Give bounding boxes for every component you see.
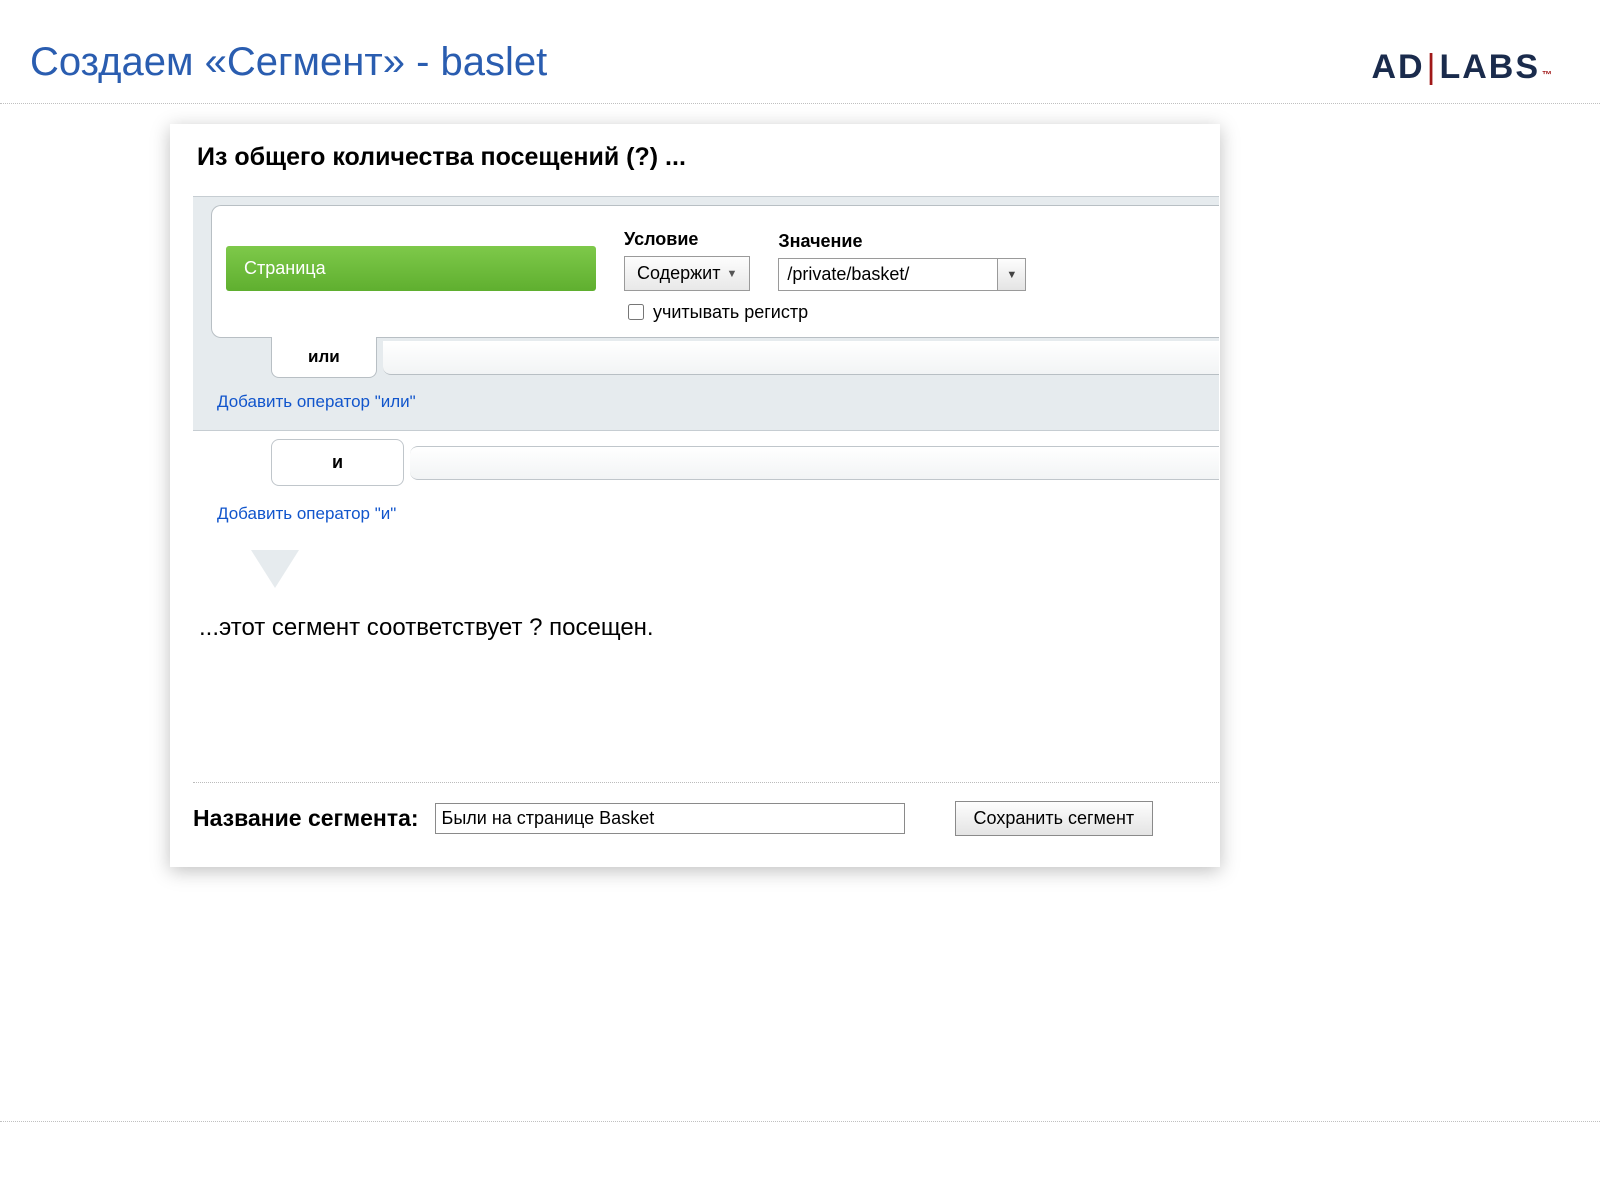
or-tab[interactable]: или — [271, 337, 377, 378]
condition-select[interactable]: Содержит ▼ — [624, 256, 750, 291]
or-tab-slot[interactable] — [383, 341, 1219, 375]
value-combobox: ▼ — [778, 258, 1026, 291]
divider-footer — [193, 782, 1219, 783]
segment-name-input[interactable] — [435, 803, 905, 834]
segment-builder-panel: Из общего количества посещений (?) ... С… — [170, 124, 1220, 867]
condition-column: Условие Содержит ▼ — [624, 229, 750, 291]
arrow-down-icon — [251, 550, 299, 588]
or-tab-row: или — [271, 337, 1219, 378]
slide-title: Создаем «Сегмент» - baslet — [0, 40, 1600, 103]
value-label: Значение — [778, 231, 1026, 252]
condition-value: Содержит — [637, 263, 720, 284]
logo-right: LABS — [1439, 48, 1540, 86]
segment-name-label: Название сегмента: — [193, 805, 419, 832]
add-and-link[interactable]: Добавить оператор "и" — [217, 504, 1219, 524]
and-tab-row: и — [271, 439, 1219, 486]
value-dropdown-button[interactable]: ▼ — [998, 258, 1026, 291]
logo-tm: ™ — [1542, 70, 1552, 81]
add-or-link[interactable]: Добавить оператор "или" — [217, 392, 1219, 412]
condition-label: Условие — [624, 229, 750, 250]
save-segment-button[interactable]: Сохранить сегмент — [955, 801, 1154, 836]
divider-top — [0, 103, 1600, 104]
or-group: Страница Условие Содержит ▼ Значение ▼ — [193, 196, 1219, 431]
brand-logo: AD|LABS™ — [1371, 48, 1552, 87]
chevron-down-icon: ▼ — [726, 268, 737, 280]
rule-box: Страница Условие Содержит ▼ Значение ▼ — [211, 205, 1219, 338]
logo-separator: | — [1425, 48, 1440, 86]
divider-bottom — [0, 1121, 1600, 1122]
result-text: ...этот сегмент соответствует ? посещен. — [199, 614, 1219, 642]
footer-row: Название сегмента: Сохранить сегмент — [193, 801, 1219, 836]
value-input[interactable] — [778, 258, 998, 291]
value-column: Значение ▼ — [778, 231, 1026, 291]
and-tab-slot[interactable] — [410, 446, 1219, 480]
case-sensitive-row: учитывать регистр — [624, 301, 1219, 323]
case-sensitive-label: учитывать регистр — [653, 302, 808, 323]
dimension-tag[interactable]: Страница — [226, 246, 596, 291]
logo-left: AD — [1371, 48, 1424, 86]
rule-row: Страница Условие Содержит ▼ Значение ▼ — [226, 220, 1219, 291]
panel-heading: Из общего количества посещений (?) ... — [197, 143, 1219, 172]
chevron-down-icon: ▼ — [1006, 269, 1017, 281]
and-group: и Добавить оператор "и" — [193, 431, 1219, 542]
and-tab[interactable]: и — [271, 439, 404, 486]
case-sensitive-checkbox[interactable] — [628, 304, 644, 320]
